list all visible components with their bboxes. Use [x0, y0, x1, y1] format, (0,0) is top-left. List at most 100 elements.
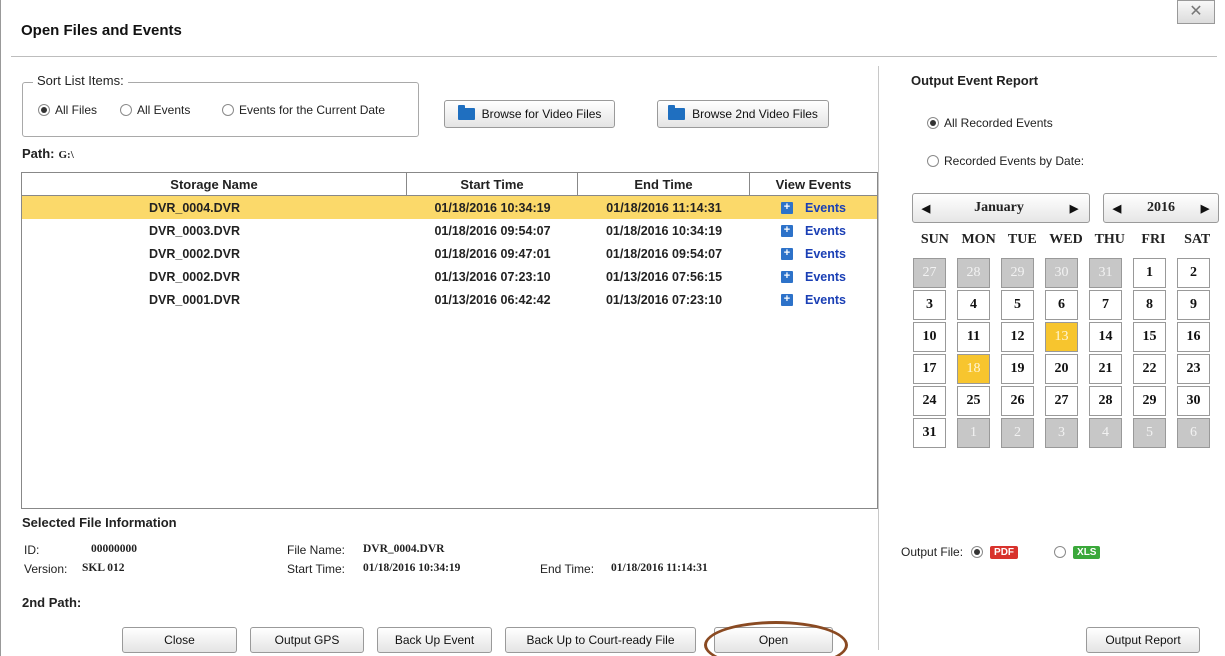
calendar-day[interactable]: 19: [1001, 354, 1034, 384]
calendar-day[interactable]: 6: [1177, 418, 1210, 448]
events-link[interactable]: Events: [805, 293, 846, 307]
calendar-day[interactable]: 11: [957, 322, 990, 352]
second-path-label: 2nd Path:: [22, 595, 82, 610]
back-up-event-button[interactable]: Back Up Event: [377, 627, 492, 653]
radio-recorded-events-by-date[interactable]: Recorded Events by Date:: [927, 154, 1084, 168]
header-storage-name[interactable]: Storage Name: [22, 173, 407, 195]
radio-selected-icon[interactable]: [38, 104, 50, 116]
cell-view-events: + Events: [750, 270, 877, 284]
table-row[interactable]: DVR_0002.DVR 01/18/2016 09:47:01 01/18/2…: [22, 242, 877, 265]
calendar-day-event[interactable]: 18: [957, 354, 990, 384]
calendar-day[interactable]: 20: [1045, 354, 1078, 384]
table-row[interactable]: DVR_0004.DVR 01/18/2016 10:34:19 01/18/2…: [22, 196, 877, 219]
events-link[interactable]: Events: [805, 224, 846, 238]
calendar-day[interactable]: 31: [1089, 258, 1122, 288]
cell-start-time: 01/13/2016 07:23:10: [434, 269, 551, 284]
calendar-day[interactable]: 25: [957, 386, 990, 416]
calendar-day[interactable]: 8: [1133, 290, 1166, 320]
radio-all-events[interactable]: All Events: [120, 103, 190, 117]
next-month-icon[interactable]: ▶: [1059, 202, 1089, 215]
calendar-day[interactable]: 2: [1001, 418, 1034, 448]
calendar-day[interactable]: 3: [1045, 418, 1078, 448]
calendar-day[interactable]: 30: [1177, 386, 1210, 416]
calendar-day[interactable]: 1: [957, 418, 990, 448]
calendar-day[interactable]: 10: [913, 322, 946, 352]
calendar-day-event[interactable]: 13: [1045, 322, 1078, 352]
open-files-dialog: Open Files and Events ✕ Sort List Items:…: [0, 0, 1225, 656]
radio-selected-icon[interactable]: [927, 117, 939, 129]
events-link[interactable]: Events: [805, 270, 846, 284]
header-end-time[interactable]: End Time: [578, 173, 750, 195]
header-view-events[interactable]: View Events: [750, 173, 877, 195]
xls-icon[interactable]: XLS: [1073, 545, 1101, 559]
calendar-day[interactable]: 14: [1089, 322, 1122, 352]
calendar-day[interactable]: 28: [957, 258, 990, 288]
prev-year-icon[interactable]: ◀: [1104, 202, 1130, 215]
calendar-day[interactable]: 16: [1177, 322, 1210, 352]
calendar-day[interactable]: 5: [1001, 290, 1034, 320]
back-up-court-ready-button[interactable]: Back Up to Court-ready File: [505, 627, 696, 653]
radio-pdf[interactable]: [971, 546, 984, 558]
header-start-time[interactable]: Start Time: [407, 173, 578, 195]
calendar-day[interactable]: 4: [1089, 418, 1122, 448]
calendar-day[interactable]: 22: [1133, 354, 1166, 384]
radio-events-current-date[interactable]: Events for the Current Date: [222, 103, 385, 117]
table-row[interactable]: DVR_0002.DVR 01/13/2016 07:23:10 01/13/2…: [22, 265, 877, 288]
radio-all-recorded-events[interactable]: All Recorded Events: [927, 116, 1053, 130]
events-link[interactable]: Events: [805, 247, 846, 261]
close-button[interactable]: Close: [122, 627, 237, 653]
next-year-icon[interactable]: ▶: [1192, 202, 1218, 215]
expand-plus-icon[interactable]: +: [781, 270, 793, 283]
browse-2nd-video-files-button[interactable]: Browse 2nd Video Files: [657, 100, 829, 128]
calendar-day[interactable]: 17: [913, 354, 946, 384]
radio-all-files[interactable]: All Files: [38, 103, 97, 117]
expand-plus-icon[interactable]: +: [781, 201, 793, 214]
calendar-day[interactable]: 26: [1001, 386, 1034, 416]
calendar-day[interactable]: 1: [1133, 258, 1166, 288]
calendar-day[interactable]: 15: [1133, 322, 1166, 352]
browse-2nd-video-files-label: Browse 2nd Video Files: [692, 107, 818, 121]
calendar-day[interactable]: 2: [1177, 258, 1210, 288]
calendar-day[interactable]: 7: [1089, 290, 1122, 320]
calendar-day[interactable]: 23: [1177, 354, 1210, 384]
radio-xls[interactable]: [1054, 546, 1067, 558]
calendar-day[interactable]: 9: [1177, 290, 1210, 320]
end-time-value: 01/18/2016 11:14:31: [611, 562, 708, 574]
pdf-icon[interactable]: PDF: [990, 545, 1019, 559]
calendar-day[interactable]: 27: [1045, 386, 1078, 416]
radio-icon[interactable]: [120, 104, 132, 116]
cell-storage-name: DVR_0002.DVR: [149, 269, 241, 284]
radio-icon[interactable]: [222, 104, 234, 116]
expand-plus-icon[interactable]: +: [781, 247, 793, 260]
calendar-day[interactable]: 29: [1001, 258, 1034, 288]
calendar-day[interactable]: 29: [1133, 386, 1166, 416]
table-row[interactable]: DVR_0001.DVR 01/13/2016 06:42:42 01/13/2…: [22, 288, 877, 311]
folder-icon: [457, 105, 475, 120]
browse-video-files-button[interactable]: Browse for Video Files: [444, 100, 615, 128]
calendar-weekdays: SUN MON TUE WED THU FRI SAT: [913, 232, 1219, 248]
output-gps-button[interactable]: Output GPS: [250, 627, 364, 653]
events-link[interactable]: Events: [805, 201, 846, 215]
calendar-day[interactable]: 12: [1001, 322, 1034, 352]
calendar-day[interactable]: 24: [913, 386, 946, 416]
calendar-day[interactable]: 6: [1045, 290, 1078, 320]
expand-plus-icon[interactable]: +: [781, 293, 793, 306]
radio-icon[interactable]: [927, 155, 939, 167]
calendar-day[interactable]: 21: [1089, 354, 1122, 384]
folder-icon: [668, 105, 686, 120]
path-value: G:\: [58, 149, 74, 161]
version-value: SKL 012: [82, 562, 125, 574]
cell-start-time: 01/18/2016 10:34:19: [434, 200, 551, 215]
prev-month-icon[interactable]: ◀: [913, 202, 939, 215]
output-report-button[interactable]: Output Report: [1086, 627, 1200, 653]
calendar-day[interactable]: 28: [1089, 386, 1122, 416]
calendar-day[interactable]: 30: [1045, 258, 1078, 288]
close-icon[interactable]: ✕: [1177, 0, 1215, 24]
expand-plus-icon[interactable]: +: [781, 224, 793, 237]
calendar-day[interactable]: 27: [913, 258, 946, 288]
calendar-day[interactable]: 31: [913, 418, 946, 448]
calendar-day[interactable]: 4: [957, 290, 990, 320]
table-row[interactable]: DVR_0003.DVR 01/18/2016 09:54:07 01/18/2…: [22, 219, 877, 242]
calendar-day[interactable]: 5: [1133, 418, 1166, 448]
calendar-day[interactable]: 3: [913, 290, 946, 320]
